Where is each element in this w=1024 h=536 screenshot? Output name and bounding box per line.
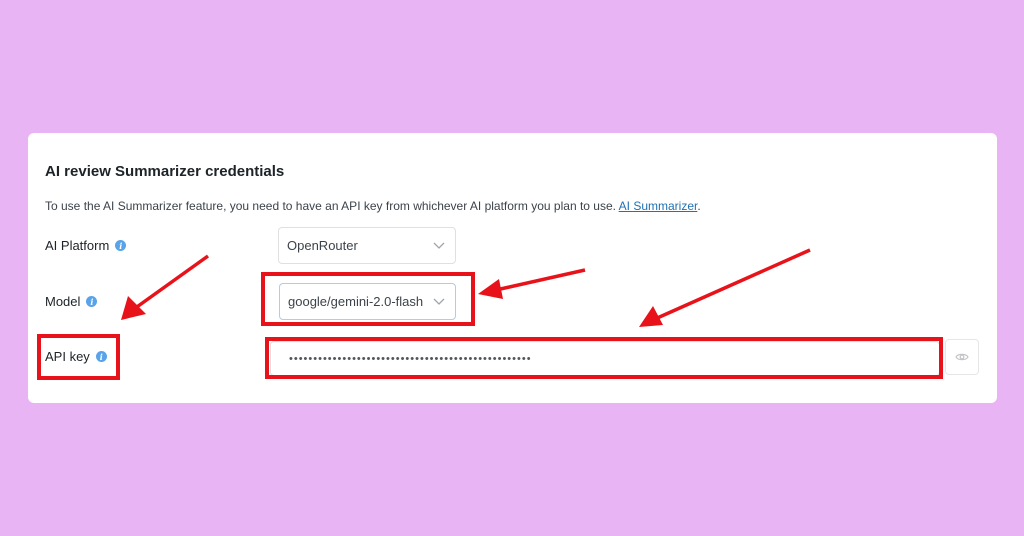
arrow-api-key-label — [132, 254, 210, 311]
arrowhead-api-key-label — [121, 296, 146, 320]
arrow-api-key-input — [654, 248, 811, 321]
arrow-model — [495, 268, 586, 292]
arrowhead-model — [478, 279, 503, 299]
annotation-arrows — [121, 248, 811, 327]
